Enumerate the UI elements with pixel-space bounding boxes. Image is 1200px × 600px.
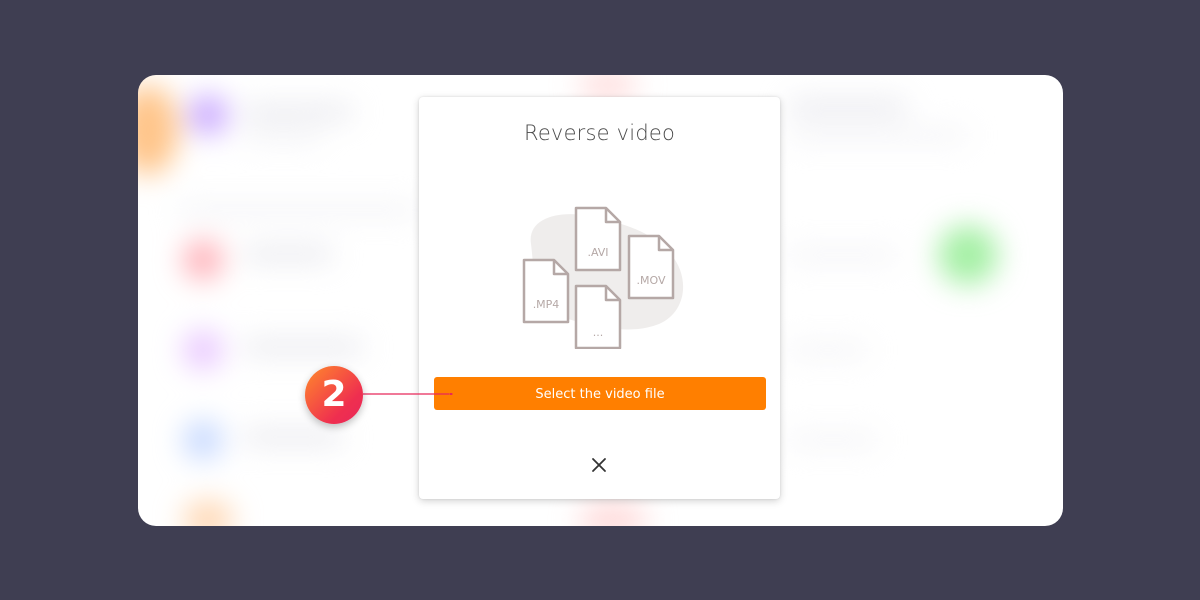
other-file-label: ...	[593, 326, 604, 339]
mp4-file-icon	[522, 258, 570, 324]
mov-file-icon	[627, 234, 675, 300]
step-number-badge: 2	[305, 366, 363, 424]
mp4-file-label: .MP4	[533, 298, 560, 311]
dialog-title: Reverse video	[523, 121, 676, 145]
video-files-illustration: .AVI .MOV .MP4 ...	[522, 206, 684, 349]
select-video-file-button[interactable]: Select the video file	[434, 377, 766, 410]
mov-file-label: .MOV	[637, 274, 666, 287]
avi-file-icon	[574, 206, 622, 272]
avi-file-label: .AVI	[587, 246, 608, 259]
reverse-video-dialog: Reverse video .AVI .MOV .MP4 ... Select …	[419, 97, 780, 499]
step-connector-line	[363, 393, 453, 395]
stage: Reverse video .AVI .MOV .MP4 ... Select …	[0, 0, 1200, 600]
close-icon[interactable]	[589, 455, 609, 475]
